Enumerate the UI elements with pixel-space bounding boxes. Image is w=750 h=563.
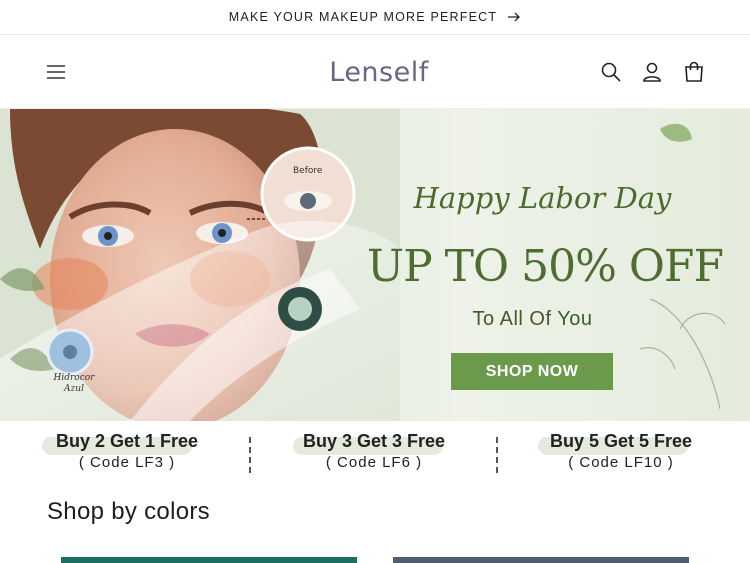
section-title: Shop by colors <box>47 498 210 525</box>
announcement-text[interactable]: MAKE YOUR MAKEUP MORE PERFECT <box>229 10 497 24</box>
arrow-right-icon[interactable] <box>507 10 521 24</box>
logo[interactable]: Lenself <box>329 52 429 92</box>
promo-item: Buy 3 Get 3 Free ( Code LF6 ) <box>251 431 497 471</box>
promo-title: Buy 3 Get 3 Free <box>302 431 446 451</box>
shop-now-button[interactable]: SHOP NOW <box>451 353 613 390</box>
promo-title: Buy 2 Get 1 Free <box>55 431 199 451</box>
menu-icon[interactable] <box>44 60 68 84</box>
logo-text[interactable]: Lenself <box>329 57 428 88</box>
search-icon[interactable] <box>600 61 622 83</box>
promo-code: ( Code LF10 ) <box>568 454 674 471</box>
lens-label-line1: Hidrocor <box>53 373 95 383</box>
lens-label: Hidrocor Azul <box>52 373 96 395</box>
before-label: Before <box>293 166 323 176</box>
promo-title: Buy 5 Get 5 Free <box>549 431 693 451</box>
hero-subline: To All Of You <box>472 308 593 330</box>
lens-label-line2: Azul <box>64 384 84 394</box>
promo-code: ( Code LF6 ) <box>325 454 423 471</box>
promo-row: Buy 2 Get 1 Free ( Code LF3 ) Buy 3 Get … <box>0 421 750 481</box>
hero-banner[interactable]: Before Hidrocor Azul Happy Labor Day UP … <box>0 109 750 421</box>
account-icon[interactable] <box>641 61 663 83</box>
promo-item: Buy 5 Get 5 Free ( Code LF10 ) <box>498 431 744 471</box>
cart-icon[interactable] <box>683 61 705 83</box>
announcement-bar[interactable]: MAKE YOUR MAKEUP MORE PERFECT <box>0 0 750 35</box>
color-card[interactable] <box>61 557 357 563</box>
hero-greeting: Happy Labor Day <box>413 181 672 215</box>
site-header: Lenself <box>0 36 750 109</box>
promo-item: Buy 2 Get 1 Free ( Code LF3 ) <box>4 431 250 471</box>
hero-headline: UP TO 50% OFF <box>367 241 724 292</box>
promo-code: ( Code LF3 ) <box>78 454 176 471</box>
color-card[interactable] <box>393 557 689 563</box>
